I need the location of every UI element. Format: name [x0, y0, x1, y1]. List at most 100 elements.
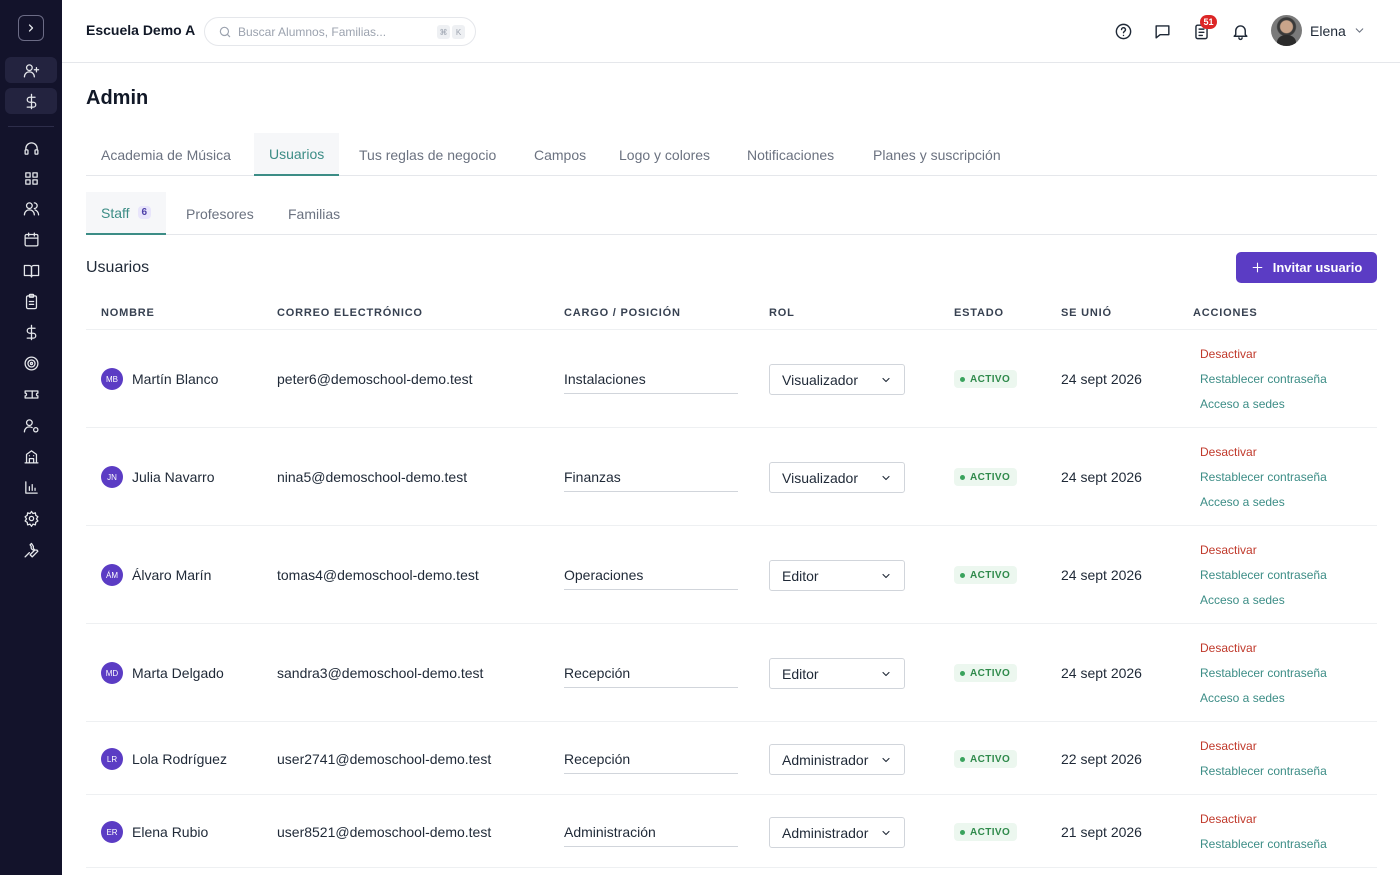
status-dot: [960, 474, 965, 480]
help-button[interactable]: [1112, 20, 1134, 42]
reset-password-link[interactable]: Restablecer contraseña: [1200, 568, 1327, 582]
position-field[interactable]: Operaciones: [564, 565, 738, 590]
header-position: CARGO / POSICIÓN: [564, 307, 681, 319]
deactivate-link[interactable]: Desactivar: [1200, 347, 1257, 361]
book-icon: [23, 264, 39, 278]
sidebar-item-courses[interactable]: [5, 257, 57, 283]
role-select[interactable]: Visualizador: [769, 462, 905, 493]
chevron-down-icon: [882, 573, 890, 579]
reset-password-link[interactable]: Restablecer contraseña: [1200, 764, 1327, 778]
position-field[interactable]: Recepción: [564, 749, 738, 774]
sidebar-item-calendar[interactable]: [5, 226, 57, 252]
subtab-families[interactable]: Familias: [273, 192, 355, 235]
site-access-link[interactable]: Acceso a sedes: [1200, 495, 1285, 509]
sidebar-item-reports[interactable]: [5, 474, 57, 500]
table-row: MD Marta Delgado sandra3@demoschool-demo…: [86, 624, 1377, 722]
deactivate-link[interactable]: Desactivar: [1200, 445, 1257, 459]
reset-password-link[interactable]: Restablecer contraseña: [1200, 372, 1327, 386]
target-icon: [23, 355, 39, 371]
search-input[interactable]: [238, 23, 428, 41]
position-field[interactable]: Finanzas: [564, 467, 738, 492]
site-access-link[interactable]: Acceso a sedes: [1200, 593, 1285, 607]
invite-user-button[interactable]: Invitar usuario: [1236, 252, 1377, 283]
tab-notifications[interactable]: Notificaciones: [732, 133, 849, 176]
tab-plans[interactable]: Planes y suscripción: [858, 133, 1016, 176]
role-select[interactable]: Editor: [769, 560, 905, 591]
sidebar-item-dashboard[interactable]: [5, 165, 57, 191]
sidebar-item-locations[interactable]: [5, 443, 57, 469]
position-field[interactable]: Recepción: [564, 663, 738, 688]
reset-password-link[interactable]: Restablecer contraseña: [1200, 837, 1327, 851]
table-row: LR Lola Rodríguez user2741@demoschool-de…: [86, 722, 1377, 795]
sidebar-item-billing[interactable]: [5, 319, 57, 345]
messages-button[interactable]: [1151, 20, 1173, 42]
site-access-link[interactable]: Acceso a sedes: [1200, 397, 1285, 411]
building-icon: [23, 449, 39, 464]
chevron-right-icon: [28, 24, 34, 32]
deactivate-link[interactable]: Desactivar: [1200, 739, 1257, 753]
sidebar-item-add-student[interactable]: [5, 57, 57, 83]
status-label: ACTIVO: [970, 667, 1011, 679]
joined-date-cell: 24 sept 2026: [1061, 665, 1142, 681]
sidebar-item-support[interactable]: [5, 135, 57, 161]
tab-fields[interactable]: Campos: [519, 133, 601, 176]
search-box[interactable]: ⌘ K: [204, 17, 476, 46]
chevron-down-icon: [1355, 28, 1364, 33]
grid-icon: [24, 171, 38, 185]
email-cell: peter6@demoschool-demo.test: [277, 371, 473, 387]
role-select[interactable]: Editor: [769, 658, 905, 689]
position-field[interactable]: Instalaciones: [564, 369, 738, 394]
role-select[interactable]: Visualizador: [769, 364, 905, 395]
table-row: MB Martín Blanco peter6@demoschool-demo.…: [86, 330, 1377, 428]
user-avatar[interactable]: [1271, 15, 1302, 46]
avatar: ÁM: [101, 564, 123, 586]
role-select[interactable]: Administrador: [769, 817, 905, 848]
tab-users[interactable]: Usuarios: [254, 133, 340, 176]
sidebar-divider: [8, 126, 54, 127]
user-name-cell: Marta Delgado: [132, 665, 224, 681]
status-label: ACTIVO: [970, 753, 1011, 765]
users-icon: [23, 201, 39, 216]
site-access-link[interactable]: Acceso a sedes: [1200, 691, 1285, 705]
status-dot: [960, 572, 965, 578]
reset-password-link[interactable]: Restablecer contraseña: [1200, 470, 1327, 484]
plus-icon: [1252, 262, 1263, 273]
header-name: NOMBRE: [101, 307, 155, 319]
sidebar-toggle-button[interactable]: [18, 15, 44, 41]
sidebar-item-settings[interactable]: [5, 505, 57, 531]
dollar-icon: [26, 324, 36, 340]
chevron-down-icon: [882, 475, 890, 481]
sidebar-item-goals[interactable]: [5, 350, 57, 376]
sidebar-item-payments[interactable]: [5, 88, 57, 114]
joined-date-cell: 21 sept 2026: [1061, 824, 1142, 840]
subtab-staff[interactable]: Staff 6: [86, 192, 167, 235]
deactivate-link[interactable]: Desactivar: [1200, 641, 1257, 655]
header-actions: ACCIONES: [1193, 307, 1258, 319]
status-badge: ACTIVO: [954, 823, 1018, 841]
tab-logo-colors[interactable]: Logo y colores: [604, 133, 725, 176]
tab-business-rules[interactable]: Tus reglas de negocio: [344, 133, 511, 176]
role-value: Visualizador: [782, 371, 859, 388]
status-label: ACTIVO: [970, 826, 1011, 838]
reset-password-link[interactable]: Restablecer contraseña: [1200, 666, 1327, 680]
email-cell: sandra3@demoschool-demo.test: [277, 665, 484, 681]
status-label: ACTIVO: [970, 569, 1011, 581]
joined-date-cell: 24 sept 2026: [1061, 567, 1142, 583]
sidebar-item-staff[interactable]: [5, 412, 57, 438]
avatar: JN: [101, 466, 123, 488]
bell-icon: [1232, 24, 1248, 40]
notifications-button[interactable]: [1229, 20, 1251, 42]
position-field[interactable]: Administración: [564, 822, 738, 847]
deactivate-link[interactable]: Desactivar: [1200, 812, 1257, 826]
role-select[interactable]: Administrador: [769, 744, 905, 775]
tab-music-academy[interactable]: Academia de Música: [86, 133, 246, 176]
sidebar-item-tickets[interactable]: [5, 381, 57, 407]
sidebar-item-tools[interactable]: [5, 537, 57, 563]
deactivate-link[interactable]: Desactivar: [1200, 543, 1257, 557]
sidebar-item-attendance[interactable]: [5, 288, 57, 314]
user-name[interactable]: Elena: [1310, 23, 1346, 39]
sidebar-item-students[interactable]: [5, 195, 57, 221]
user-menu-toggle[interactable]: [1353, 24, 1367, 38]
subtab-teachers[interactable]: Profesores: [171, 192, 269, 235]
user-name-cell: Julia Navarro: [132, 469, 215, 485]
